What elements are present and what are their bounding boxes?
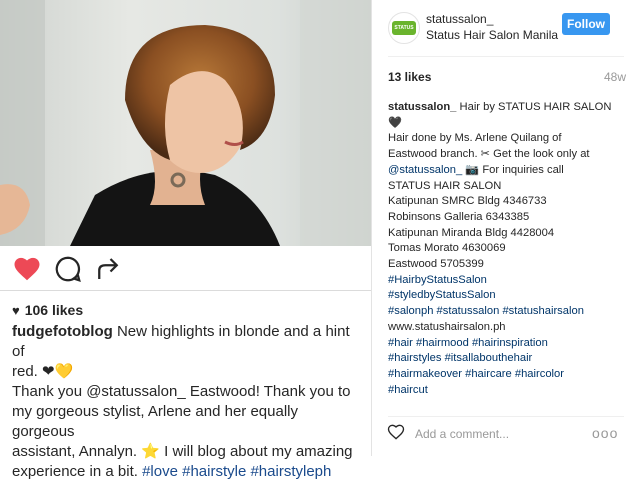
- caption-username[interactable]: statussalon_: [388, 101, 456, 113]
- caption-line: 🖤: [388, 116, 628, 132]
- caption-line: #styledbyStatusSalon: [388, 288, 628, 304]
- caption-line: Robinsons Galleria 6343385: [388, 210, 628, 226]
- caption-text-fragment: www.statushairsalon.ph: [388, 320, 506, 333]
- comment-icon[interactable]: [53, 254, 83, 284]
- caption-line: #salonph #statussalon #statushairsalon: [388, 304, 628, 320]
- star-emoji: ⭐: [141, 443, 160, 460]
- caption-hashtag[interactable]: #hairstyles #itsallabouthehair: [388, 352, 532, 364]
- caption-text-fragment: Eastwood 5705399: [388, 258, 484, 271]
- caption-line: STATUS HAIR SALON: [388, 179, 628, 195]
- caption-line: #hair #hairmood #hairinspiration: [388, 336, 628, 352]
- more-icon[interactable]: ooo: [592, 425, 618, 441]
- caption-line: #hairstyles #itsallabouthehair: [388, 351, 628, 367]
- caption-text: statussalon_ Hair by STATUS HAIR SALON 🖤 H…: [388, 100, 628, 398]
- caption-line: #HairbyStatusSalon: [388, 273, 628, 289]
- caption-hashtag[interactable]: #hair #hairmood #hairinspiration: [388, 337, 548, 349]
- caption-line: #hairmakeover #haircare #haircolor: [388, 367, 628, 383]
- divider: [388, 56, 624, 57]
- header-location[interactable]: Status Hair Salon Manila: [426, 28, 558, 42]
- caption-line: Katipunan SMRC Bldg 4346733: [388, 194, 628, 210]
- likes-count[interactable]: ♥ 106 likes: [12, 302, 83, 318]
- caption-text-fragment: Tomas Morato 4630069: [388, 242, 506, 255]
- caption-line: www.statushairsalon.ph: [388, 320, 628, 336]
- post-media-panel: ♥ 106 likes fudgefotoblog New highlights …: [0, 0, 371, 480]
- photo-illustration: [0, 0, 371, 246]
- likes-count[interactable]: 13 likes: [388, 70, 431, 84]
- caption-text-fragment: Eastwood branch. ✂ Get the look only at: [388, 148, 590, 161]
- share-icon[interactable]: [93, 254, 123, 284]
- post-caption: fudgefotoblog New highlights in blonde a…: [12, 323, 353, 480]
- heart-small-icon: ♥: [12, 303, 20, 318]
- caption-line: Eastwood 5705399: [388, 257, 628, 273]
- caption-line: statussalon_ Hair by STATUS HAIR SALON: [388, 100, 628, 116]
- post-details-panel: STATUS HAIR statussalon_ Status Hair Sal…: [372, 0, 640, 456]
- caption-hashtag[interactable]: #HairbyStatusSalon: [388, 274, 487, 286]
- caption-text-fragment: STATUS HAIR SALON: [388, 179, 502, 192]
- follow-button[interactable]: Follow: [562, 13, 610, 35]
- caption-line: Hair done by Ms. Arlene Quilang of: [388, 131, 628, 147]
- post-timestamp[interactable]: 48w: [586, 70, 626, 84]
- heart-outline-icon[interactable]: [386, 422, 406, 442]
- post-actions: [0, 250, 371, 290]
- caption-text-fragment: 🖤: [388, 116, 402, 129]
- heart-icon[interactable]: [12, 254, 42, 284]
- emoji-hearts: ❤💛: [42, 363, 74, 380]
- caption-line: Katipunan Miranda Bldg 4428004: [388, 226, 628, 242]
- divider: [0, 290, 371, 291]
- add-comment-input[interactable]: Add a comment...: [415, 427, 509, 441]
- caption-hashtag[interactable]: @statussalon_: [388, 164, 462, 176]
- post-photo[interactable]: [0, 0, 371, 246]
- caption-hashtag[interactable]: #salonph #statussalon #statushairsalon: [388, 305, 584, 317]
- caption-line: Tomas Morato 4630069: [388, 241, 628, 257]
- caption-text-fragment: Katipunan SMRC Bldg 4346733: [388, 195, 547, 208]
- caption-line: #haircut: [388, 383, 628, 399]
- avatar[interactable]: STATUS HAIR: [388, 12, 420, 44]
- header-username[interactable]: statussalon_: [426, 12, 493, 26]
- caption-text-fragment: 📷 For inquiries call: [462, 163, 564, 176]
- caption-username[interactable]: fudgefotoblog: [12, 323, 113, 340]
- caption-text-fragment: Robinsons Galleria 6343385: [388, 210, 530, 223]
- caption-text-fragment: Hair done by Ms. Arlene Quilang of: [388, 132, 562, 145]
- caption-hashtags[interactable]: #love #hairstyle #hairstyleph: [142, 463, 331, 480]
- avatar-logo: STATUS HAIR: [392, 21, 416, 43]
- caption-hashtag[interactable]: #hairmakeover #haircare #haircolor: [388, 368, 564, 380]
- caption-line: Eastwood branch. ✂ Get the look only at: [388, 147, 628, 163]
- caption-line: @statussalon_ 📷 For inquiries call: [388, 163, 628, 179]
- caption-text-fragment: Hair by STATUS HAIR SALON: [456, 101, 612, 113]
- divider: [388, 416, 624, 417]
- caption-hashtag[interactable]: #haircut: [388, 384, 428, 396]
- caption-hashtag[interactable]: #styledbyStatusSalon: [388, 289, 496, 301]
- caption-text-fragment: Katipunan Miranda Bldg 4428004: [388, 226, 555, 239]
